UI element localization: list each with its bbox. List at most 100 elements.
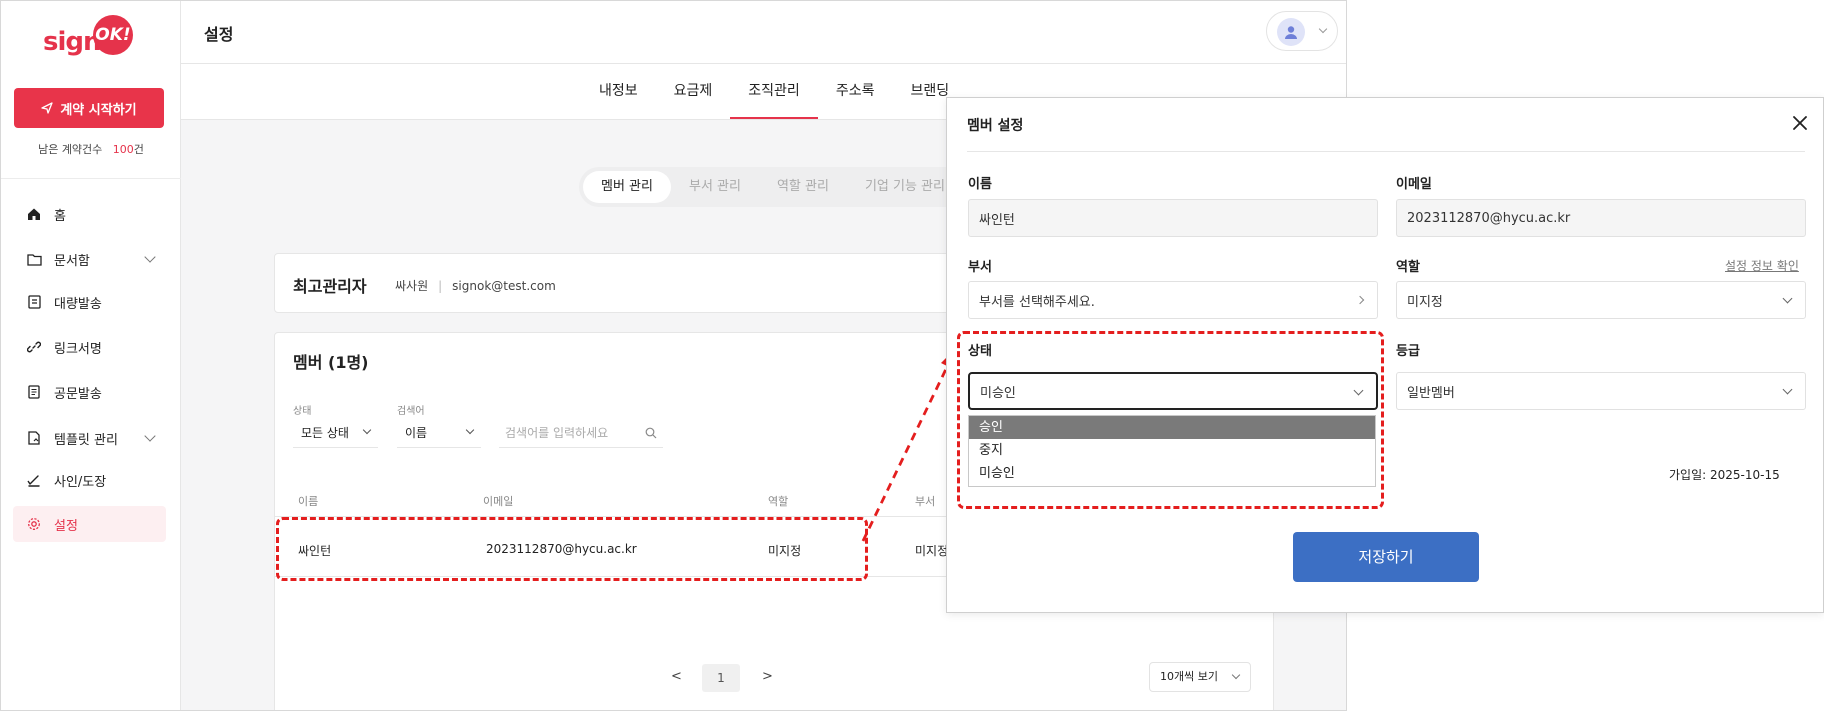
chevron-down-icon: [144, 430, 156, 442]
super-admin-title: 최고관리자: [293, 277, 367, 296]
sidebar-item-label: 문서함: [54, 253, 90, 269]
tab-plan[interactable]: 요금제: [656, 64, 731, 119]
sidebar-item-bulk-send[interactable]: 대량발송: [13, 284, 166, 320]
sidebar-item-label: 홈: [54, 208, 66, 224]
per-page-value: 10개씩 보기: [1160, 670, 1218, 683]
remaining-count: 100: [112, 143, 134, 156]
bulk-send-icon: [26, 294, 42, 310]
sidebar-item-label: 템플릿 관리: [54, 432, 118, 448]
screenshot-stage: sign OK! 계약 시작하기 남은 계약건수 100건 홈 문서함 대량발송…: [0, 0, 1824, 712]
department-label: 부서: [968, 260, 992, 275]
remaining-unit: 건: [133, 143, 144, 156]
remaining-label: 남은 계약건수: [38, 143, 103, 156]
per-page-select[interactable]: 10개씩 보기: [1149, 662, 1251, 692]
subtab-members[interactable]: 멤버 관리: [583, 171, 671, 203]
sidebar: sign OK! 계약 시작하기 남은 계약건수 100건 홈 문서함 대량발송…: [1, 1, 181, 710]
chevron-down-icon: [1782, 384, 1793, 395]
grade-value: 일반멤버: [1407, 385, 1455, 401]
email-label: 이메일: [1396, 177, 1432, 192]
role-select[interactable]: 미지정: [1396, 281, 1806, 319]
status-filter-select[interactable]: 모든 상태: [293, 418, 378, 448]
members-title: 멤버 (1명): [293, 353, 369, 372]
super-admin-info: 싸사원 | signok@test.com: [395, 277, 556, 294]
subtab-departments[interactable]: 부서 관리: [671, 171, 759, 203]
chevron-down-icon: [144, 251, 156, 263]
document-icon: [26, 384, 42, 400]
page-number-current[interactable]: 1: [702, 664, 740, 692]
sidebar-item-label: 대량발송: [54, 296, 102, 312]
template-icon: [26, 430, 42, 446]
column-header-name: 이름: [298, 495, 319, 508]
user-icon: [1285, 26, 1297, 39]
home-icon: [26, 206, 42, 222]
send-icon: [41, 102, 53, 114]
sidebar-item-label: 설정: [54, 518, 78, 534]
grade-label: 등급: [1396, 344, 1420, 359]
separator: |: [438, 279, 443, 293]
avatar: [1277, 18, 1305, 46]
logo-text: sign: [43, 27, 102, 57]
super-admin-email: signok@test.com: [452, 279, 556, 293]
sidebar-item-documents[interactable]: 문서함: [13, 241, 166, 277]
modal-header-divider: [967, 151, 1805, 152]
logo-badge: OK!: [93, 15, 133, 55]
save-button[interactable]: 저장하기: [1293, 532, 1479, 582]
name-field: 싸인턴: [968, 199, 1378, 237]
chevron-right-icon: [1355, 295, 1365, 305]
sidebar-item-home[interactable]: 홈: [13, 196, 166, 232]
chevron-down-icon: [1231, 670, 1241, 680]
status-highlight-annotation: [957, 331, 1384, 509]
grade-select[interactable]: 일반멤버: [1396, 372, 1806, 410]
modal-title: 멤버 설정: [967, 118, 1024, 134]
email-value: 2023112870@hycu.ac.kr: [1407, 210, 1571, 226]
link-icon: [26, 339, 42, 355]
close-icon[interactable]: [1791, 114, 1809, 132]
folder-icon: [26, 251, 42, 267]
tab-my-info[interactable]: 내정보: [581, 64, 656, 119]
search-input[interactable]: 검색어를 입력하세요: [499, 418, 663, 448]
column-header-role: 역할: [768, 495, 789, 508]
role-value: 미지정: [1407, 294, 1443, 310]
super-admin-name: 싸사원: [395, 279, 429, 293]
sidebar-item-label: 공문발송: [54, 386, 102, 402]
row-highlight-annotation: [276, 517, 868, 581]
role-label: 역할: [1396, 260, 1420, 275]
search-placeholder: 검색어를 입력하세요: [505, 426, 609, 440]
role-info-link[interactable]: 설정 정보 확인: [1725, 257, 1799, 274]
page-title: 설정: [204, 25, 234, 44]
search-field-value: 이름: [405, 426, 428, 440]
subtab-roles[interactable]: 역할 관리: [759, 171, 847, 203]
email-field: 2023112870@hycu.ac.kr: [1396, 199, 1806, 237]
search-field-select[interactable]: 이름: [397, 418, 481, 448]
remaining-contracts: 남은 계약건수 100건: [1, 141, 181, 157]
settings-tabs: 내정보 요금제 조직관리 주소록 브랜딩: [581, 64, 967, 119]
start-contract-label: 계약 시작하기: [60, 102, 137, 118]
gear-icon: [26, 516, 42, 532]
start-contract-button[interactable]: 계약 시작하기: [14, 88, 164, 128]
sidebar-item-link-sign[interactable]: 링크서명: [13, 329, 166, 365]
sidebar-item-label: 링크서명: [54, 341, 102, 357]
sidebar-item-official-send[interactable]: 공문발송: [13, 374, 166, 410]
status-filter-value: 모든 상태: [301, 426, 349, 440]
user-menu[interactable]: [1266, 11, 1338, 51]
chevron-down-icon: [1782, 293, 1793, 304]
tab-address-book[interactable]: 주소록: [818, 64, 893, 119]
sidebar-item-settings[interactable]: 설정: [13, 506, 166, 542]
next-page-button[interactable]: >: [762, 669, 773, 684]
chevron-down-icon: [1318, 24, 1328, 34]
chevron-down-icon: [362, 425, 372, 435]
sidebar-item-signature[interactable]: 사인/도장: [13, 462, 166, 498]
department-placeholder: 부서를 선택해주세요.: [979, 294, 1095, 310]
prev-page-button[interactable]: <: [671, 669, 682, 684]
search-icon: [645, 427, 657, 439]
signok-logo[interactable]: sign OK!: [43, 15, 138, 57]
department-select[interactable]: 부서를 선택해주세요.: [968, 281, 1378, 319]
status-filter-label: 상태: [293, 406, 312, 417]
tab-organization[interactable]: 조직관리: [730, 64, 818, 119]
column-header-email: 이메일: [483, 495, 514, 508]
name-label: 이름: [968, 177, 992, 192]
sidebar-item-templates[interactable]: 템플릿 관리: [13, 420, 166, 456]
sidebar-item-label: 사인/도장: [54, 474, 107, 490]
sidebar-divider: [1, 178, 181, 179]
joined-date: 가입일: 2025-10-15: [1669, 468, 1780, 482]
